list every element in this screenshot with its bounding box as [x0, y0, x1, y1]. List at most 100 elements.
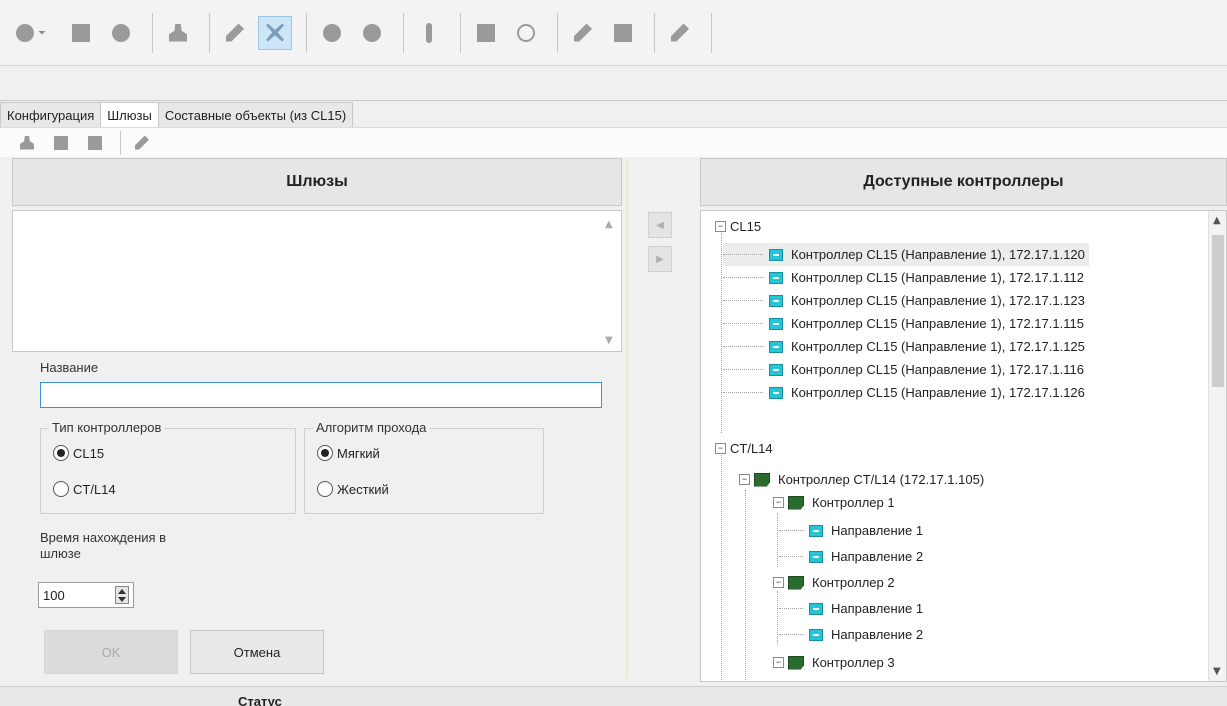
tab-composite-objects[interactable]: Составные объекты (из CL15)	[157, 102, 354, 128]
increment-icon[interactable]	[118, 588, 126, 594]
pass-algorithm-title: Алгоритм прохода	[313, 420, 430, 435]
ok-button[interactable]: OK	[44, 630, 178, 674]
record-button[interactable]	[315, 16, 349, 50]
scroll-up-icon[interactable]: ▲	[605, 219, 615, 230]
controller-icon	[788, 575, 804, 590]
radio-soft[interactable]: Мягкий	[317, 445, 380, 461]
tree-connector	[723, 346, 763, 347]
tree-connector	[723, 300, 763, 301]
collapse-icon[interactable]: −	[715, 221, 726, 232]
tree-scrollbar[interactable]: ▲ ▼	[1208, 211, 1226, 681]
tree-node-direction[interactable]: Контроллер CL15 (Направление 1), 172.17.…	[723, 289, 1085, 312]
tree-node-label: Направление 2	[831, 627, 924, 642]
export-button[interactable]	[469, 16, 503, 50]
search-button[interactable]	[355, 16, 389, 50]
radio-unchecked-icon[interactable]	[317, 481, 333, 497]
scrollbar-thumb[interactable]	[1212, 235, 1224, 387]
grid-button[interactable]	[606, 16, 640, 50]
name-input[interactable]	[40, 382, 602, 408]
scroll-down-icon[interactable]: ▼	[1213, 666, 1221, 677]
collapse-icon[interactable]: −	[773, 497, 784, 508]
tree-group-ctl14[interactable]: − CT/L14	[715, 437, 773, 460]
pen-button[interactable]	[566, 16, 600, 50]
edit-icon	[135, 135, 149, 150]
exclamation-button[interactable]	[412, 16, 446, 50]
direction-icon	[769, 248, 783, 261]
tree-node-direction[interactable]: Контроллер CL15 (Направление 1), 172.17.…	[723, 335, 1085, 358]
add-button[interactable]	[14, 16, 48, 50]
tree-connector	[723, 392, 763, 393]
plug-button[interactable]	[663, 16, 697, 50]
edit-button[interactable]	[218, 16, 252, 50]
time-label-line1: Время нахождения в	[40, 530, 167, 545]
tree-node-direction[interactable]: Направление 1	[779, 597, 923, 620]
move-right-button[interactable]: ▶	[648, 246, 672, 272]
time-value[interactable]: 100	[43, 588, 65, 603]
toolbar-separator	[403, 12, 404, 53]
tree-node-direction[interactable]: Направление 1	[779, 519, 923, 542]
radio-cl15-label: CL15	[73, 445, 105, 461]
tag-button[interactable]	[104, 16, 138, 50]
tree-node-controller[interactable]: − Контроллер CT/L14 (172.17.1.105)	[739, 468, 984, 491]
tree-node-direction[interactable]: Контроллер CL15 (Направление 1), 172.17.…	[723, 381, 1085, 404]
tree-node-controller[interactable]: − Контроллер 1	[773, 491, 895, 514]
stepper-buttons[interactable]	[115, 586, 129, 604]
tab-gateways[interactable]: Шлюзы	[100, 102, 159, 130]
pane-splitter[interactable]	[626, 158, 628, 678]
refresh-icon	[517, 23, 535, 42]
scroll-down-icon[interactable]: ▼	[605, 335, 615, 346]
gateways-list[interactable]: ▲ ▼	[12, 210, 622, 352]
delete-button[interactable]	[258, 15, 292, 50]
radio-ctl14[interactable]: CT/L14	[53, 481, 116, 497]
status-label: Статус	[238, 694, 282, 706]
tree-node-direction[interactable]: Контроллер CL15 (Направление 1), 172.17.…	[723, 358, 1084, 381]
refresh-button[interactable]	[509, 16, 543, 50]
decrement-icon[interactable]	[118, 596, 126, 602]
tree-node-direction[interactable]: Контроллер CL15 (Направление 1), 172.17.…	[723, 266, 1084, 289]
tree-node-label: Контроллер CL15 (Направление 1), 172.17.…	[791, 385, 1085, 400]
time-label-line2: шлюзе	[40, 546, 81, 561]
radio-checked-icon[interactable]	[53, 445, 69, 461]
radio-hard-label: Жесткий	[337, 481, 389, 497]
tree-node-direction[interactable]: Направление 2	[779, 545, 923, 568]
direction-icon	[809, 602, 823, 615]
toolbar-separator	[711, 12, 712, 53]
collapse-icon[interactable]: −	[773, 577, 784, 588]
edit-button[interactable]	[127, 130, 157, 156]
tree-guide	[777, 591, 778, 645]
collapse-icon[interactable]: −	[715, 443, 726, 454]
table-icon	[88, 135, 102, 150]
tree-node-label: Контроллер CL15 (Направление 1), 172.17.…	[791, 293, 1085, 308]
user-button[interactable]	[12, 130, 42, 156]
dropdown-arrow-icon[interactable]	[38, 30, 46, 35]
tree-group-cl15[interactable]: − CL15	[715, 215, 761, 238]
radio-cl15[interactable]: CL15	[53, 445, 104, 461]
table-button[interactable]	[80, 130, 110, 156]
collapse-icon[interactable]: −	[773, 657, 784, 668]
radio-unchecked-icon[interactable]	[53, 481, 69, 497]
scroll-up-icon[interactable]: ▲	[1213, 215, 1221, 226]
move-left-button[interactable]: ◀	[648, 212, 672, 238]
export-icon	[477, 23, 495, 42]
collapse-icon[interactable]: −	[739, 474, 750, 485]
main-toolbar	[0, 0, 1227, 66]
radio-hard[interactable]: Жесткий	[317, 481, 389, 497]
tree-node-direction[interactable]: Направление 2	[779, 623, 923, 646]
tree-node-controller[interactable]: − Контроллер 3	[773, 651, 895, 674]
save-button[interactable]	[64, 16, 98, 50]
list-button[interactable]	[46, 130, 76, 156]
tree-node-direction[interactable]: Контроллер CL15 (Направление 1), 172.17.…	[723, 243, 1089, 266]
tab-configuration[interactable]: Конфигурация	[0, 102, 102, 128]
user-button[interactable]	[161, 16, 195, 50]
tree-connector	[779, 634, 803, 635]
user-icon	[20, 135, 34, 150]
radio-checked-icon[interactable]	[317, 445, 333, 461]
toolbar-separator	[654, 12, 655, 53]
controllers-tree[interactable]: − CL15 Контроллер CL15 (Направление 1), …	[700, 210, 1227, 682]
tree-node-direction[interactable]: Контроллер CL15 (Направление 1), 172.17.…	[723, 312, 1084, 335]
tree-node-label: Контроллер 2	[812, 575, 895, 590]
cancel-button[interactable]: Отмена	[190, 630, 324, 674]
tree-node-controller[interactable]: − Контроллер 2	[773, 571, 895, 594]
tag-icon	[112, 23, 130, 42]
time-stepper[interactable]: 100	[38, 582, 134, 608]
